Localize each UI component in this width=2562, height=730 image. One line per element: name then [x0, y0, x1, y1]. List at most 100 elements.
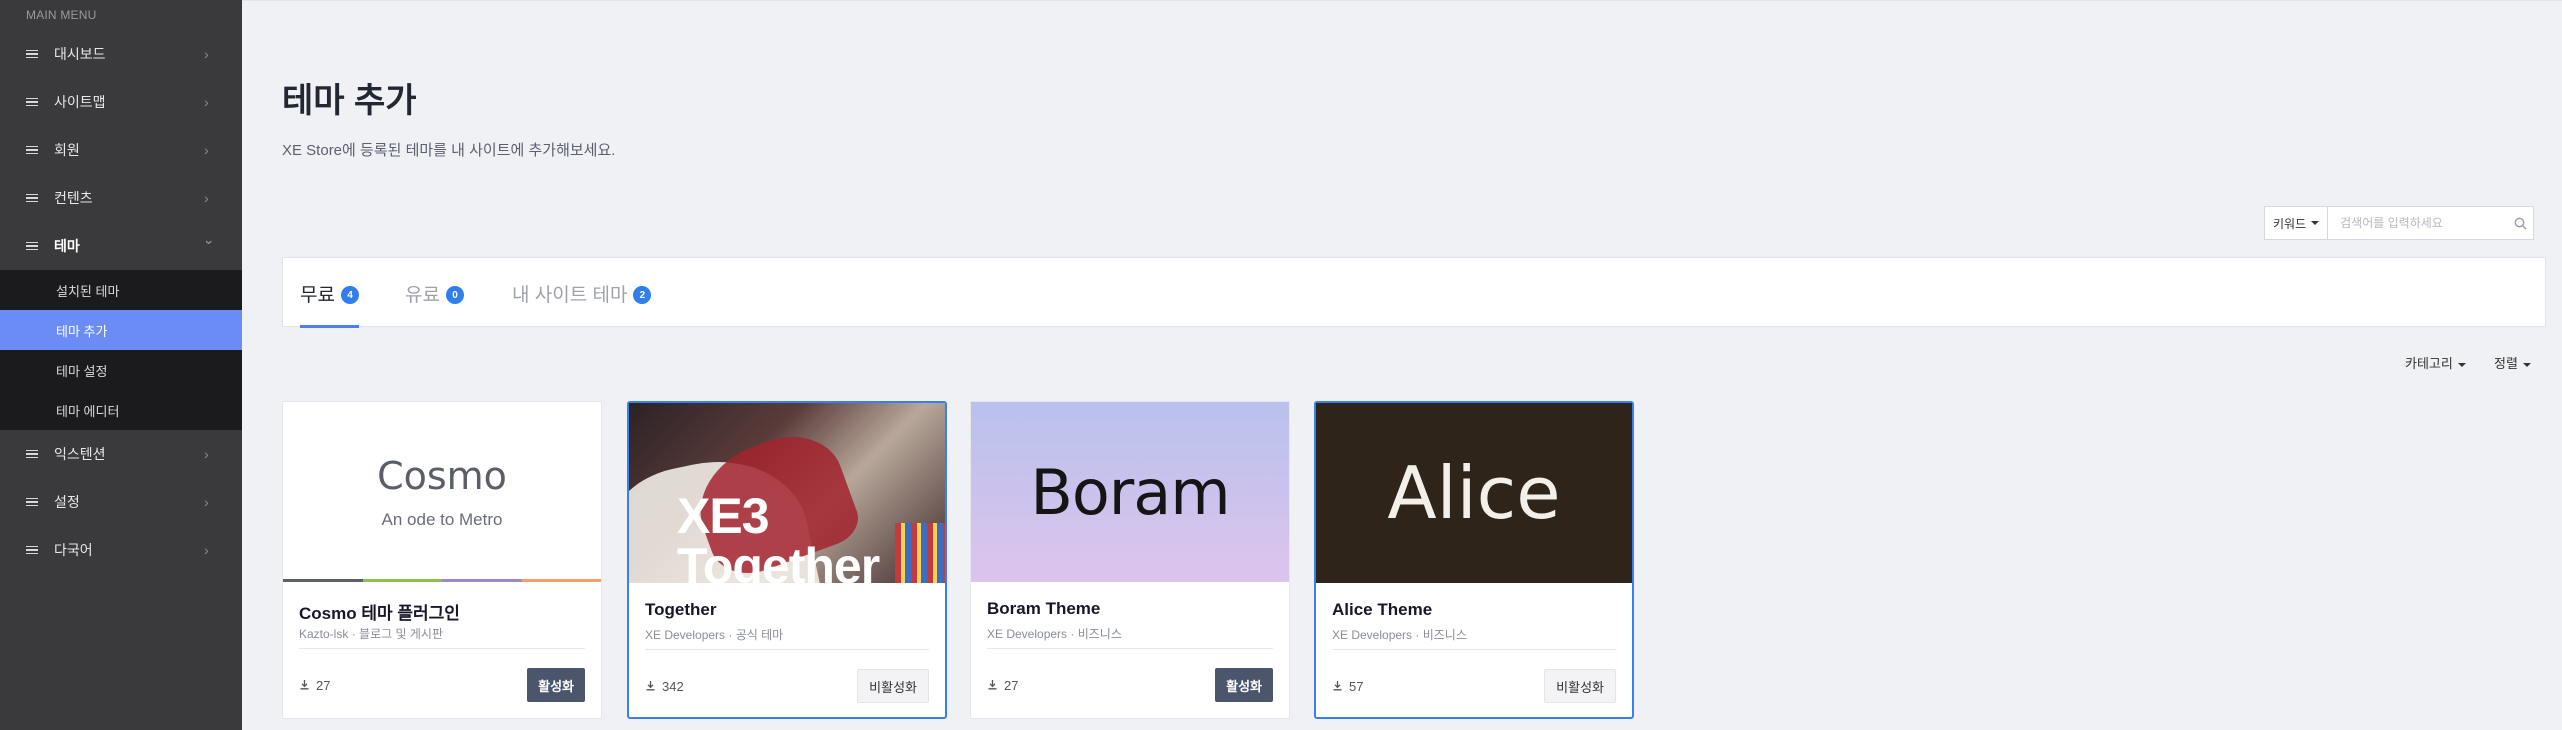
chevron-right-icon: › [204, 190, 209, 206]
chevron-right-icon: › [204, 446, 209, 462]
search-input[interactable] [2328, 207, 2508, 239]
count-badge: 2 [633, 286, 652, 304]
download-count: 57 [1332, 679, 1363, 694]
sidebar-item-label: 회원 [54, 142, 80, 158]
sort-dropdown[interactable]: 정렬 [2494, 353, 2531, 372]
main-menu-header: MAIN MENU [26, 8, 97, 22]
theme-author: XE Developers [645, 628, 726, 642]
sidebar-item-label: 테마 [54, 238, 80, 254]
search-type-label: 키워드 [2273, 216, 2307, 231]
theme-author: XE Developers [1332, 628, 1413, 642]
thumbnail-title: Boram [1030, 455, 1230, 529]
sidebar-item-languages[interactable]: 다국어 › [0, 526, 242, 574]
theme-meta: XE Developers · 비즈니스 [1332, 628, 1467, 642]
submenu-item-add-theme[interactable]: 테마 추가 [0, 310, 242, 350]
menu-icon [26, 145, 38, 155]
theme-name: Alice Theme [1332, 600, 1433, 619]
search-icon[interactable] [2507, 207, 2533, 239]
thumbnail-title: Alice [1387, 451, 1561, 535]
theme-card-alice[interactable]: Alice Alice Theme XE Developers · 비즈니스 5… [1314, 401, 1634, 719]
theme-card-together[interactable]: XE3 Together Together XE Developers · 공식… [627, 401, 947, 719]
sidebar-item-members[interactable]: 회원 › [0, 126, 242, 174]
chevron-right-icon: › [204, 46, 209, 62]
category-filter-label: 카테고리 [2405, 356, 2453, 371]
divider [645, 649, 929, 650]
theme-name: Boram Theme [987, 599, 1101, 618]
tab-label: 무료 [300, 284, 335, 306]
theme-category: 블로그 및 게시판 [359, 627, 443, 641]
theme-thumbnail: Alice [1316, 403, 1632, 583]
divider [987, 648, 1273, 649]
caret-down-icon [2311, 221, 2320, 225]
sidebar-item-theme[interactable]: 테마 › [0, 222, 242, 270]
download-icon [645, 679, 656, 694]
sidebar-item-label: 익스텐션 [54, 446, 106, 462]
activate-button[interactable]: 활성화 [527, 668, 585, 702]
sidebar-item-label: 사이트맵 [54, 94, 106, 110]
caret-down-icon [2522, 362, 2531, 367]
download-icon [299, 678, 310, 693]
sidebar-item-settings[interactable]: 설정 › [0, 478, 242, 526]
download-count: 27 [987, 678, 1018, 693]
tab-my-site-themes[interactable]: 내 사이트 테마 2 [512, 258, 652, 328]
theme-tabs: 무료 4 유료 0 내 사이트 테마 2 [282, 257, 2546, 328]
theme-category: 공식 테마 [735, 628, 784, 642]
menu-icon [26, 97, 38, 107]
theme-meta: Kazto-lsk · 블로그 및 게시판 [299, 627, 443, 641]
download-count: 27 [299, 678, 330, 693]
deactivate-button[interactable]: 비활성화 [1544, 669, 1616, 703]
theme-author: Kazto-lsk [299, 627, 349, 641]
menu-icon [26, 545, 38, 555]
theme-author: XE Developers [987, 627, 1068, 641]
chevron-right-icon: › [204, 542, 209, 558]
download-icon [987, 678, 998, 693]
page-title: 테마 추가 [282, 82, 417, 120]
thumbnail-title: Cosmo [377, 454, 507, 498]
theme-thumbnail: Cosmo An ode to Metro [283, 402, 601, 582]
sidebar-item-extensions[interactable]: 익스텐션 › [0, 430, 242, 478]
theme-meta: XE Developers · 비즈니스 [987, 627, 1122, 641]
download-count-value: 57 [1349, 679, 1364, 694]
thumbnail-subtitle: An ode to Metro [381, 510, 503, 529]
tab-paid[interactable]: 유료 0 [405, 258, 464, 328]
search-bar: 키워드 [2264, 206, 2534, 240]
category-filter-dropdown[interactable]: 카테고리 [2405, 353, 2466, 372]
tab-free[interactable]: 무료 4 [300, 258, 359, 328]
menu-icon [26, 497, 38, 507]
download-count-value: 27 [1004, 678, 1019, 693]
theme-thumbnail: Boram [971, 402, 1289, 582]
count-badge: 0 [445, 286, 464, 304]
submenu-item-theme-editor[interactable]: 테마 에디터 [0, 390, 242, 430]
active-tab-indicator [300, 325, 359, 328]
theme-category: 비즈니스 [1077, 627, 1122, 641]
sidebar-item-label: 설정 [54, 494, 80, 510]
sort-label: 정렬 [2494, 356, 2518, 371]
color-stripes [283, 579, 601, 582]
submenu-item-installed-themes[interactable]: 설치된 테마 [0, 270, 242, 310]
sidebar-item-label: 컨텐츠 [54, 190, 93, 206]
thumbnail-photo-shape [895, 523, 945, 583]
theme-category: 비즈니스 [1422, 628, 1467, 642]
tab-label: 내 사이트 테마 [512, 284, 628, 306]
activate-button[interactable]: 활성화 [1215, 668, 1273, 702]
theme-card-boram[interactable]: Boram Boram Theme XE Developers · 비즈니스 2… [970, 401, 1290, 719]
sidebar-item-sitemap[interactable]: 사이트맵 › [0, 78, 242, 126]
theme-thumbnail: XE3 Together [629, 403, 945, 583]
deactivate-button[interactable]: 비활성화 [857, 669, 929, 703]
search-type-dropdown[interactable]: 키워드 [2265, 207, 2329, 239]
theme-submenu: 설치된 테마 테마 추가 테마 설정 테마 에디터 [0, 270, 242, 430]
download-count-value: 342 [662, 679, 684, 694]
menu-icon [26, 193, 38, 203]
download-icon [1332, 679, 1343, 694]
menu-icon [26, 241, 38, 251]
sidebar-item-label: 대시보드 [54, 46, 106, 62]
download-count-value: 27 [316, 678, 331, 693]
sidebar-item-dashboard[interactable]: 대시보드 › [0, 30, 242, 78]
sidebar-item-contents[interactable]: 컨텐츠 › [0, 174, 242, 222]
download-count: 342 [645, 679, 684, 694]
chevron-right-icon: › [204, 142, 209, 158]
submenu-item-theme-settings[interactable]: 테마 설정 [0, 350, 242, 390]
chevron-right-icon: › [204, 94, 209, 110]
theme-card-cosmo[interactable]: Cosmo An ode to Metro Cosmo 테마 플러그인 Kazt… [282, 401, 602, 719]
page-description: XE Store에 등록된 테마를 내 사이트에 추가해보세요. [282, 142, 616, 159]
